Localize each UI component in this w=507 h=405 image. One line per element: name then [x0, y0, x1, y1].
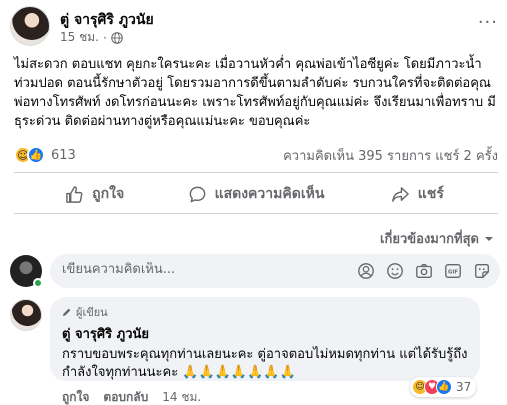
share-label: แชร์ [417, 186, 444, 202]
comment-reaction-count: 37 [456, 380, 472, 394]
comment-time[interactable]: 14 ชม. [162, 388, 201, 405]
comment-button[interactable]: แสดงความคิดเห็น [175, 176, 336, 212]
comment-icon [189, 186, 205, 202]
more-options-button[interactable]: ··· [478, 12, 498, 33]
like-button[interactable]: ถูกใจ [14, 176, 175, 212]
composer-tools: GIF [356, 261, 492, 281]
comment-input-box[interactable]: GIF [50, 254, 500, 288]
author-avatar[interactable] [10, 6, 50, 46]
comment-bubble: ผู้เขียน ตู่ จารุศิริ ภูวนัย กราบขอบพระค… [50, 297, 480, 381]
globe-icon [111, 31, 123, 44]
post-meta: 15 ชม. · [60, 28, 123, 47]
sort-label: เกี่ยวข้องมากที่สุด [380, 232, 479, 247]
avatar-sticker-icon[interactable] [356, 261, 376, 281]
comment-text: กราบขอบพระคุณทุกท่านเลยนะคะ ตู่อาจตอบไม่… [62, 347, 468, 380]
commenter-avatar[interactable] [10, 299, 42, 331]
comment-like-button[interactable]: ถูกใจ [62, 388, 89, 405]
post-actions: ถูกใจ แสดงความคิดเห็น แชร์ [14, 176, 498, 212]
comment-composer: GIF [10, 253, 500, 291]
chevron-down-icon [485, 236, 493, 241]
divider [14, 213, 498, 214]
gif-icon[interactable]: GIF [443, 261, 463, 281]
post-header: ตู่ จารุศิริ ภูวนัย 15 ชม. · ··· [10, 6, 500, 50]
camera-icon[interactable] [414, 261, 434, 281]
comment-reply-button[interactable]: ตอบกลับ [103, 388, 148, 405]
comment-sort-dropdown[interactable]: เกี่ยวข้องมากที่สุด [380, 228, 495, 249]
like-label: ถูกใจ [92, 186, 125, 202]
reaction-count[interactable]: 613 [51, 148, 76, 163]
share-button[interactable]: แชร์ [337, 176, 498, 212]
share-arrow-icon [391, 186, 409, 202]
reaction-icons[interactable]: ☺ 👍 [14, 146, 45, 164]
pencil-icon [62, 308, 71, 317]
divider [14, 172, 498, 173]
online-status-dot [33, 278, 43, 288]
comment-actions: ถูกใจ ตอบกลับ 14 ชม. [62, 388, 201, 405]
engagement-stats[interactable]: ความคิดเห็น 395 รายการ แชร์ 2 ครั้ง [283, 145, 498, 166]
thumbs-up-icon [66, 185, 83, 203]
comment-input[interactable] [62, 262, 312, 277]
svg-text:GIF: GIF [448, 270, 458, 276]
emoji-icon[interactable] [385, 261, 405, 281]
post-text: ไม่สะดวก ตอบแชท คุยกะใครนะคะ เมื่อวานหัว… [14, 57, 496, 129]
sticker-icon[interactable] [472, 261, 492, 281]
author-badge: ผู้เขียน [62, 303, 468, 321]
author-badge-label: ผู้เขียน [76, 306, 108, 319]
post-time[interactable]: 15 ชม. [60, 28, 99, 47]
comment-label: แสดงความคิดเห็น [214, 186, 325, 202]
like-reaction-icon: 👍 [27, 146, 45, 164]
comment-author[interactable]: ตู่ จารุศิริ ภูวนัย [62, 323, 468, 344]
reactions-bar: ☺ 👍 613 ความคิดเห็น 395 รายการ แชร์ 2 คร… [14, 144, 498, 166]
comment-reactions[interactable]: ☺ ♥ 👍 37 [410, 377, 477, 397]
like-reaction-icon: 👍 [436, 379, 452, 395]
